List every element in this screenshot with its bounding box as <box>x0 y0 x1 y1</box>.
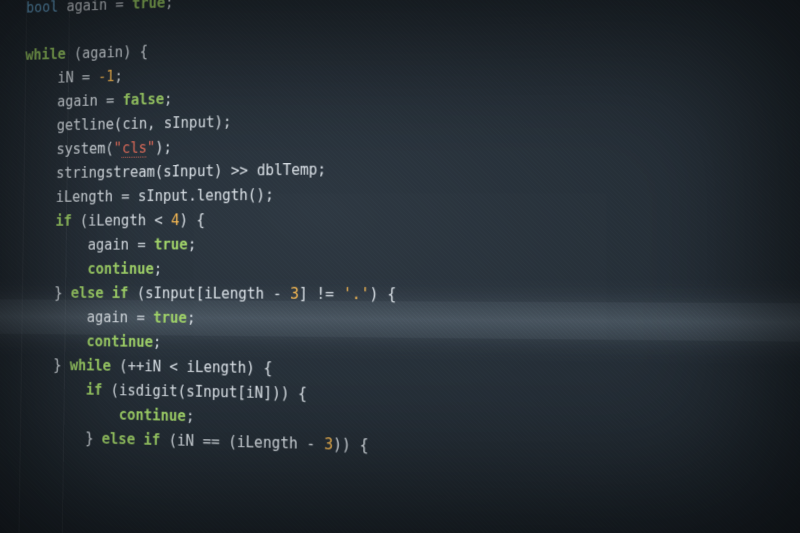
code-text[interactable] <box>0 23 26 43</box>
code-text[interactable]: again = true; <box>0 235 196 253</box>
code-text[interactable]: iN = -1; <box>0 67 123 89</box>
code-line[interactable]: 529 continue; <box>0 256 800 283</box>
code-text[interactable]: while (again) { <box>0 42 148 66</box>
code-text[interactable]: } while (++iN < iLength) { <box>0 354 272 376</box>
code-text[interactable]: getline(cin, sInput); <box>0 113 232 136</box>
code-text[interactable]: if (iLength < 4) { <box>0 211 205 230</box>
code-text[interactable]: system("cls"); <box>0 138 172 159</box>
editor-viewport: 16string sInput;17int iLength, iN;18doub… <box>0 0 800 533</box>
code-text[interactable]: continue; <box>0 260 162 278</box>
code-text[interactable]: iLength = sInput.length(); <box>0 185 274 206</box>
code-text[interactable]: if (isdigit(sInput[iN])) { <box>0 378 307 402</box>
code-text[interactable]: continue; <box>0 331 161 351</box>
code-text[interactable]: continue; <box>0 402 194 425</box>
code-text[interactable]: stringstream(sInput) >> dblTemp; <box>0 160 326 183</box>
code-text[interactable]: again = false; <box>0 90 173 113</box>
code-line[interactable]: 528 again = true; <box>0 229 800 257</box>
code-text[interactable]: again = true; <box>0 307 195 326</box>
code-editor[interactable]: 16string sInput;17int iLength, iN;18doub… <box>0 0 800 533</box>
code-text[interactable]: } else if (sInput[iLength - 3] != '.') { <box>0 283 396 302</box>
